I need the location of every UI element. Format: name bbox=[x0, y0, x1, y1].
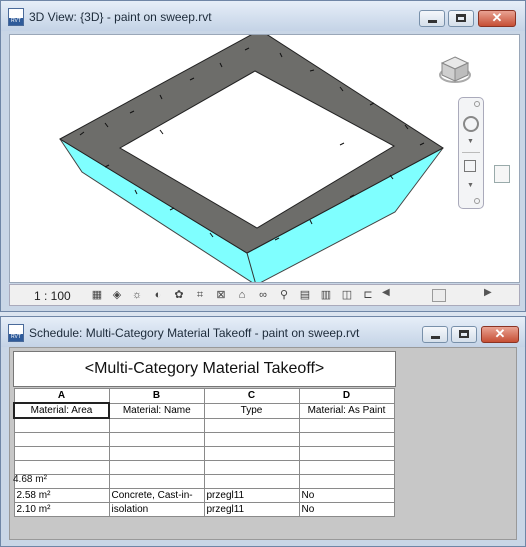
scroll-right-icon[interactable]: ▶ bbox=[484, 287, 492, 298]
close-icon: ✕ bbox=[491, 10, 503, 25]
close-nav-bar-icon[interactable] bbox=[474, 101, 480, 107]
vertical-scroll-thumb[interactable] bbox=[494, 165, 510, 183]
column-header[interactable]: Material: As Paint bbox=[298, 402, 395, 419]
sun-path-icon[interactable]: ☼ bbox=[130, 289, 144, 302]
3d-view-window: RVT 3D View: {3D} - paint on sweep.rvt ✕ bbox=[0, 0, 526, 312]
column-header[interactable]: Material: Name bbox=[108, 402, 205, 419]
column-header-row: Material: Area Material: Name Type Mater… bbox=[13, 402, 395, 419]
chevron-down-icon[interactable]: ▼ bbox=[467, 182, 474, 189]
column-letter[interactable]: C bbox=[203, 388, 300, 404]
grand-total: 4.68 m² bbox=[13, 474, 47, 485]
table-cell[interactable]: przegl11 bbox=[203, 502, 300, 517]
schedule-window: RVT Schedule: Multi-Category Material Ta… bbox=[0, 316, 526, 547]
table-cell[interactable]: No bbox=[298, 502, 395, 517]
schedule-title[interactable]: <Multi-Category Material Takeoff> bbox=[13, 351, 396, 387]
unlocked-3d-view-icon[interactable]: ⌂ bbox=[235, 289, 249, 302]
navigation-bar[interactable]: ▼ ▼ bbox=[458, 97, 484, 209]
schedule-grid-area[interactable]: <Multi-Category Material Takeoff> A B C … bbox=[9, 347, 517, 540]
view-control-bar: 1 : 100 ▦ ◈ ☼ ◐ ✿ ⌗ ⊠ ⌂ ∞ ⚲ ▤ ▥ ◫ ⊏ ◀ ▶ bbox=[9, 284, 520, 306]
close-button[interactable]: ✕ bbox=[481, 326, 519, 343]
rvt-file-icon: RVT bbox=[8, 324, 24, 342]
maximize-icon bbox=[456, 14, 466, 22]
schedule-title-bar[interactable]: RVT Schedule: Multi-Category Material Ta… bbox=[1, 317, 525, 347]
spacer-row bbox=[13, 446, 395, 461]
worksharing-display-icon[interactable]: ▤ bbox=[298, 289, 312, 302]
column-header[interactable]: Type bbox=[203, 402, 300, 419]
horizontal-scrollbar[interactable]: ◀ ▶ bbox=[382, 287, 494, 303]
close-button[interactable]: ✕ bbox=[478, 10, 516, 27]
horizontal-scroll-thumb[interactable] bbox=[432, 289, 446, 302]
table-row: 2.10 m² isolation przegl11 No bbox=[13, 502, 395, 517]
detail-level-icon[interactable]: ▦ bbox=[90, 289, 104, 302]
column-letter[interactable]: D bbox=[298, 388, 395, 404]
view-cube-icon bbox=[439, 56, 471, 83]
scroll-left-icon[interactable]: ◀ bbox=[382, 287, 390, 298]
model-top-face bbox=[58, 35, 444, 254]
table-row: 2.58 m² Concrete, Cast-in- przegl11 No bbox=[13, 488, 395, 503]
temporary-hide-icon[interactable]: ∞ bbox=[256, 289, 270, 302]
nav-bar-options-icon[interactable] bbox=[474, 198, 480, 204]
rvt-file-icon: RVT bbox=[8, 8, 24, 26]
3d-viewport[interactable]: ▼ ▼ bbox=[9, 34, 520, 283]
spacer-row bbox=[13, 460, 395, 475]
table-cell[interactable]: Concrete, Cast-in- bbox=[108, 488, 205, 503]
table-cell[interactable]: 2.10 m² bbox=[13, 502, 110, 517]
column-letter-row: A B C D bbox=[13, 388, 395, 404]
view-scale[interactable]: 1 : 100 bbox=[34, 289, 71, 303]
column-letter[interactable]: B bbox=[108, 388, 205, 404]
schedule-table: A B C D Material: Area Material: Name Ty… bbox=[13, 388, 395, 517]
minimize-icon bbox=[428, 20, 437, 23]
show-rendering-icon[interactable]: ✿ bbox=[172, 289, 186, 302]
view-cube[interactable] bbox=[438, 53, 472, 87]
column-letter[interactable]: A bbox=[13, 388, 110, 404]
crop-view-icon[interactable]: ⌗ bbox=[193, 289, 207, 302]
table-cell[interactable]: 2.58 m² bbox=[13, 488, 110, 503]
column-header[interactable]: Material: Area bbox=[13, 402, 110, 419]
table-cell[interactable]: isolation bbox=[108, 502, 205, 517]
minimize-icon bbox=[431, 336, 440, 339]
chevron-down-icon[interactable]: ▼ bbox=[467, 138, 474, 145]
shadows-icon[interactable]: ◐ bbox=[151, 289, 165, 302]
analytical-model-icon[interactable]: ▥ bbox=[319, 289, 333, 302]
maximize-button[interactable] bbox=[451, 326, 477, 343]
3d-view-title-bar[interactable]: RVT 3D View: {3D} - paint on sweep.rvt ✕ bbox=[1, 1, 525, 31]
close-icon: ✕ bbox=[494, 326, 506, 341]
highlight-displacement-icon[interactable]: ◫ bbox=[340, 289, 354, 302]
minimize-button[interactable] bbox=[419, 10, 445, 27]
spacer-row bbox=[13, 474, 395, 489]
maximize-button[interactable] bbox=[448, 10, 474, 27]
spacer-row bbox=[13, 417, 395, 433]
minimize-button[interactable] bbox=[422, 326, 448, 343]
show-crop-region-icon[interactable]: ⊠ bbox=[214, 289, 228, 302]
table-cell[interactable]: przegl11 bbox=[203, 488, 300, 503]
spacer-row bbox=[13, 432, 395, 447]
visual-style-icon[interactable]: ◈ bbox=[110, 289, 124, 302]
steering-wheel-icon[interactable] bbox=[463, 116, 479, 132]
schedule-window-title: Schedule: Multi-Category Material Takeof… bbox=[29, 326, 360, 340]
nav-bar-divider bbox=[462, 152, 480, 153]
3d-view-window-title: 3D View: {3D} - paint on sweep.rvt bbox=[29, 10, 212, 24]
maximize-icon bbox=[459, 330, 469, 338]
zoom-region-icon[interactable] bbox=[464, 160, 476, 172]
reveal-hidden-icon[interactable]: ⚲ bbox=[277, 289, 291, 302]
table-cell[interactable]: No bbox=[298, 488, 395, 503]
reveal-constraints-icon[interactable]: ⊏ bbox=[361, 289, 375, 302]
